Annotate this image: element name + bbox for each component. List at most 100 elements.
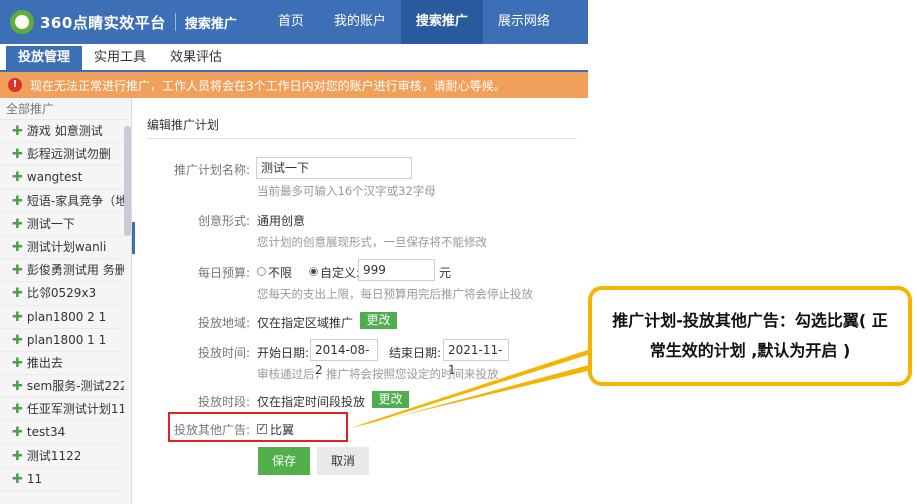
plan-name: sem服务-测试222 <box>26 379 124 394</box>
plus-icon: ✚ <box>12 425 23 441</box>
region-change-button[interactable]: 更改 <box>360 312 397 329</box>
plan-name: plan1800 2 1 <box>26 309 107 324</box>
plan-name: 测试1122 <box>26 448 82 463</box>
plan-name: 推出去 <box>26 355 63 370</box>
brand-name: 360点睛实效平台 <box>40 13 166 32</box>
creative-value: 通用创意 <box>257 214 306 228</box>
sidebar-plan-item[interactable]: ✚ 测试计划wanli <box>0 236 124 260</box>
brand-sub: 搜索推广 <box>184 16 237 32</box>
nav-display-network[interactable]: 展示网络 <box>483 0 565 44</box>
time-hint: 审核通过后，推广将会按照您设定的时间来投放 <box>257 367 499 381</box>
sidebar-plan-item[interactable]: ✚短语-家具竞争（地总 <box>0 190 124 213</box>
start-date-input[interactable]: 2014-08-2 <box>310 339 378 377</box>
panel-title: 编辑推广计划 <box>147 118 220 132</box>
sidebar-plan-item[interactable]: ✚ 任亚军测试计划11 <box>0 398 124 422</box>
cancel-button[interactable]: 取消 <box>317 447 369 475</box>
plus-icon: ✚ <box>12 332 23 348</box>
plan-name-label: 推广计划名称: <box>173 163 250 177</box>
plan-name-hint: 当前最多可输入16个汉字或32字母 <box>257 184 436 198</box>
tab-tools[interactable]: 实用工具 <box>82 46 158 70</box>
end-date-input[interactable]: 2021-11-1 <box>443 339 509 377</box>
start-date-label: 开始日期: <box>257 346 310 360</box>
plus-icon: ✚ <box>12 239 23 255</box>
sidebar-header[interactable]: 全部推广 <box>0 98 131 120</box>
plan-name-input[interactable]: 测试一下 <box>256 157 412 179</box>
top-bar: 360点睛实效平台 搜索推广 首页 我的账户 搜索推广 展示网络 <box>0 0 588 44</box>
plus-icon: ✚ <box>12 170 23 186</box>
warning-icon: ! <box>8 78 22 92</box>
plan-name: 比邻0529x3 <box>26 286 97 301</box>
plus-icon: ✚ <box>12 193 23 209</box>
sidebar-scrollbar[interactable] <box>124 126 131 236</box>
nav-search-promotion[interactable]: 搜索推广 <box>400 0 483 44</box>
end-date-label: 结束日期: <box>389 346 442 360</box>
plus-icon: ✚ <box>12 402 23 418</box>
tab-delivery-management[interactable]: 投放管理 <box>6 46 83 70</box>
plan-name: test34 <box>26 425 66 440</box>
budget-unlimited-radio[interactable] <box>257 267 266 276</box>
plan-name: 11 <box>26 471 43 486</box>
plan-name: 短语-家具竞争（地总 <box>26 193 124 208</box>
sidebar-plan-item[interactable]: ✚ 比邻0529x3 <box>0 282 124 306</box>
region-label: 投放地域: <box>197 316 250 330</box>
plus-icon: ✚ <box>12 216 23 232</box>
sidebar-plan-item[interactable]: ✚ 彭程远测试勿删 <box>0 143 124 167</box>
plus-icon: ✚ <box>12 355 23 371</box>
brand-divider <box>174 13 176 31</box>
save-button[interactable]: 保存 <box>258 447 310 475</box>
budget-hint: 您每天的支出上限，每日预算用完后推广将会停止投放 <box>257 287 533 301</box>
budget-custom-radio[interactable] <box>309 267 318 276</box>
nav-my-account[interactable]: 我的账户 <box>319 0 401 44</box>
plan-name: 任亚军测试计划11 <box>26 402 124 417</box>
plus-icon: ✚ <box>12 448 23 464</box>
plan-name: plan1800 1 1 <box>26 332 107 347</box>
region-value: 仅在指定区域推广 <box>257 316 354 330</box>
period-value: 仅在指定时间段投放 <box>257 395 366 409</box>
sidebar-plan-item[interactable]: ✚ test34 <box>0 421 124 445</box>
period-change-button[interactable]: 更改 <box>372 391 409 408</box>
sidebar-plan-item[interactable]: ✚ 测试1122 <box>0 445 124 468</box>
panel-divider <box>147 138 577 139</box>
sidebar-plan-item[interactable]: ✚ wangtest <box>0 166 124 190</box>
sidebar-plan-item[interactable]: ✚ 11 <box>0 468 124 491</box>
plus-icon: ✚ <box>12 471 23 487</box>
sidebar-plan-item[interactable]: ✚ 推出去 <box>0 352 124 376</box>
top-nav: 首页 我的账户 搜索推广 展示网络 <box>263 0 565 44</box>
creative-label: 创意形式: <box>197 214 250 228</box>
plus-icon: ✚ <box>12 309 23 325</box>
sidebar-plan-item[interactable]: ✚ plan1800 2 1 <box>0 306 124 329</box>
budget-input[interactable]: 999 <box>358 259 435 281</box>
plan-name: 彭程远测试勿删 <box>26 147 111 162</box>
plan-name: 彭俊勇测试用 务删 <box>26 263 124 278</box>
sidebar: 全部推广 ✚ 游戏 如意测试 ✚ 彭程远测试勿删 ✚ wangtest ✚ 短语-家具竞… <box>0 98 132 504</box>
callout-note: 推广计划-投放其他广告：勾选比翼( 正常生效的计划 ,默认为开启 ) <box>588 286 912 386</box>
plan-name: wangtest <box>26 170 83 185</box>
time-label: 投放时间: <box>197 346 250 360</box>
plus-icon: ✚ <box>12 286 23 302</box>
plus-icon: ✚ <box>12 263 23 279</box>
sidebar-plan-item[interactable]: ✚ 彭俊勇测试用 务删 <box>0 259 124 283</box>
sidebar-plan-item[interactable]: ✚ plan1800 1 1 <box>0 329 124 352</box>
sub-tabs: 投放管理 实用工具 效果评估 <box>0 44 588 72</box>
nav-home[interactable]: 首页 <box>263 0 319 44</box>
biyi-label: 比翼 <box>270 423 295 437</box>
sidebar-plan-item[interactable]: ✚ 游戏 如意测试 <box>0 120 124 144</box>
plus-icon: ✚ <box>12 379 23 395</box>
notice-bar: ! 现在无法正常进行推广，工作人员将会在3个工作日内对您的账户进行审核，请耐心等… <box>0 72 588 98</box>
biyi-checkbox[interactable]: ✓ <box>257 424 267 434</box>
plus-icon: ✚ <box>12 124 23 139</box>
tab-effect-evaluation[interactable]: 效果评估 <box>158 46 234 70</box>
budget-unit: 元 <box>439 266 452 280</box>
sidebar-plan-item[interactable]: ✚ 测试一下 <box>0 213 124 236</box>
logo-icon <box>10 10 34 34</box>
plan-name: 测试计划wanli <box>26 239 107 254</box>
notice-text: 现在无法正常进行推广，工作人员将会在3个工作日内对您的账户进行审核，请耐心等候。 <box>30 78 506 93</box>
budget-label: 每日预算: <box>197 266 250 280</box>
sidebar-plan-item[interactable]: ✚ sem服务-测试222 <box>0 375 124 399</box>
budget-custom-label: 自定义: <box>320 266 361 280</box>
plan-name: 测试一下 <box>26 216 75 231</box>
budget-unlimited-label: 不限 <box>268 266 293 280</box>
plus-icon: ✚ <box>12 147 23 163</box>
brand[interactable]: 360点睛实效平台 搜索推广 <box>0 0 237 44</box>
creative-hint: 您计划的创意展现形式，一旦保存将不能修改 <box>257 235 487 249</box>
